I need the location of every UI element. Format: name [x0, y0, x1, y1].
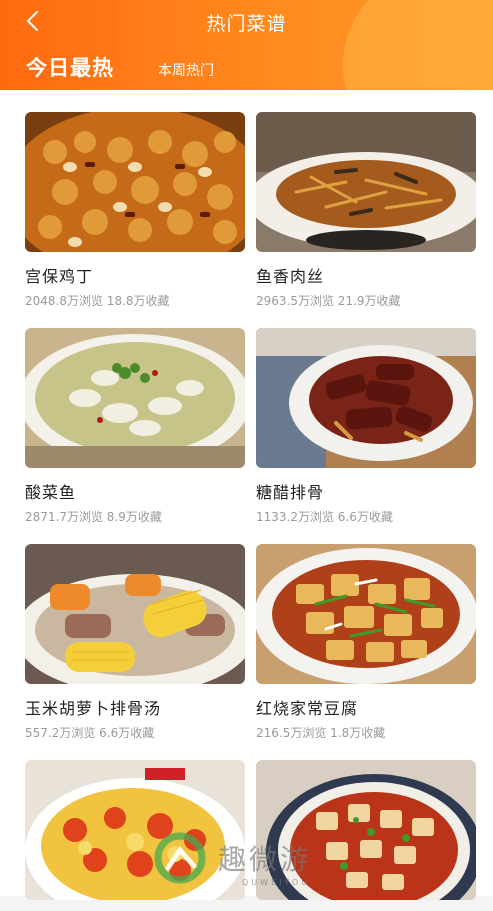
recipe-stats: 557.2万浏览 6.6万收藏	[25, 726, 155, 740]
recipe-image[interactable]	[25, 544, 245, 684]
watermark-text: 趣微游	[218, 843, 312, 876]
recipe-stats: 2871.7万浏览 8.9万收藏	[25, 510, 162, 524]
tab-week-hot[interactable]: 本周热门	[158, 60, 214, 80]
recipe-card[interactable]: 玉米胡萝卜排骨汤 557.2万浏览 6.6万收藏	[25, 544, 245, 741]
recipe-card[interactable]: 酸菜鱼 2871.7万浏览 8.9万收藏	[25, 328, 245, 525]
recipe-name: 酸菜鱼	[25, 483, 77, 502]
recipe-name: 鱼香肉丝	[256, 267, 325, 286]
watermark-subtext: QUWEIYOU	[242, 878, 311, 887]
recipe-card[interactable]: 宫保鸡丁 2048.8万浏览 18.8万收藏	[25, 112, 245, 309]
watermark: 趣微游 QUWEIYOU	[150, 826, 370, 896]
watermark-logo-icon	[154, 832, 206, 884]
recipe-card[interactable]: 鱼香肉丝 2963.5万浏览 21.9万收藏	[256, 112, 476, 309]
recipe-image[interactable]	[25, 328, 245, 468]
recipe-stats: 2048.8万浏览 18.8万收藏	[25, 294, 170, 308]
recipe-name: 红烧家常豆腐	[256, 699, 359, 718]
recipe-name: 糖醋排骨	[256, 483, 325, 502]
recipe-name: 宫保鸡丁	[25, 267, 94, 286]
page-title: 热门菜谱	[206, 13, 287, 35]
tab-bar: 今日最热 本周热门	[26, 52, 214, 82]
tab-today-hot[interactable]: 今日最热	[26, 52, 114, 82]
recipe-image[interactable]	[256, 328, 476, 468]
recipe-name: 玉米胡萝卜排骨汤	[25, 699, 162, 718]
recipe-image[interactable]	[256, 112, 476, 252]
recipe-stats: 1133.2万浏览 6.6万收藏	[256, 510, 393, 524]
recipe-image[interactable]	[25, 112, 245, 252]
recipe-image[interactable]	[256, 544, 476, 684]
recipe-grid: 宫保鸡丁 2048.8万浏览 18.8万收藏 鱼香肉丝 2963.5万浏览 21…	[0, 90, 493, 900]
recipe-card[interactable]: 红烧家常豆腐 216.5万浏览 1.8万收藏	[256, 544, 476, 741]
recipe-stats: 2963.5万浏览 21.9万收藏	[256, 294, 401, 308]
recipe-card[interactable]: 糖醋排骨 1133.2万浏览 6.6万收藏	[256, 328, 476, 525]
recipe-stats: 216.5万浏览 1.8万收藏	[256, 726, 386, 740]
header-bar: 热门菜谱 今日最热 本周热门	[0, 0, 493, 90]
